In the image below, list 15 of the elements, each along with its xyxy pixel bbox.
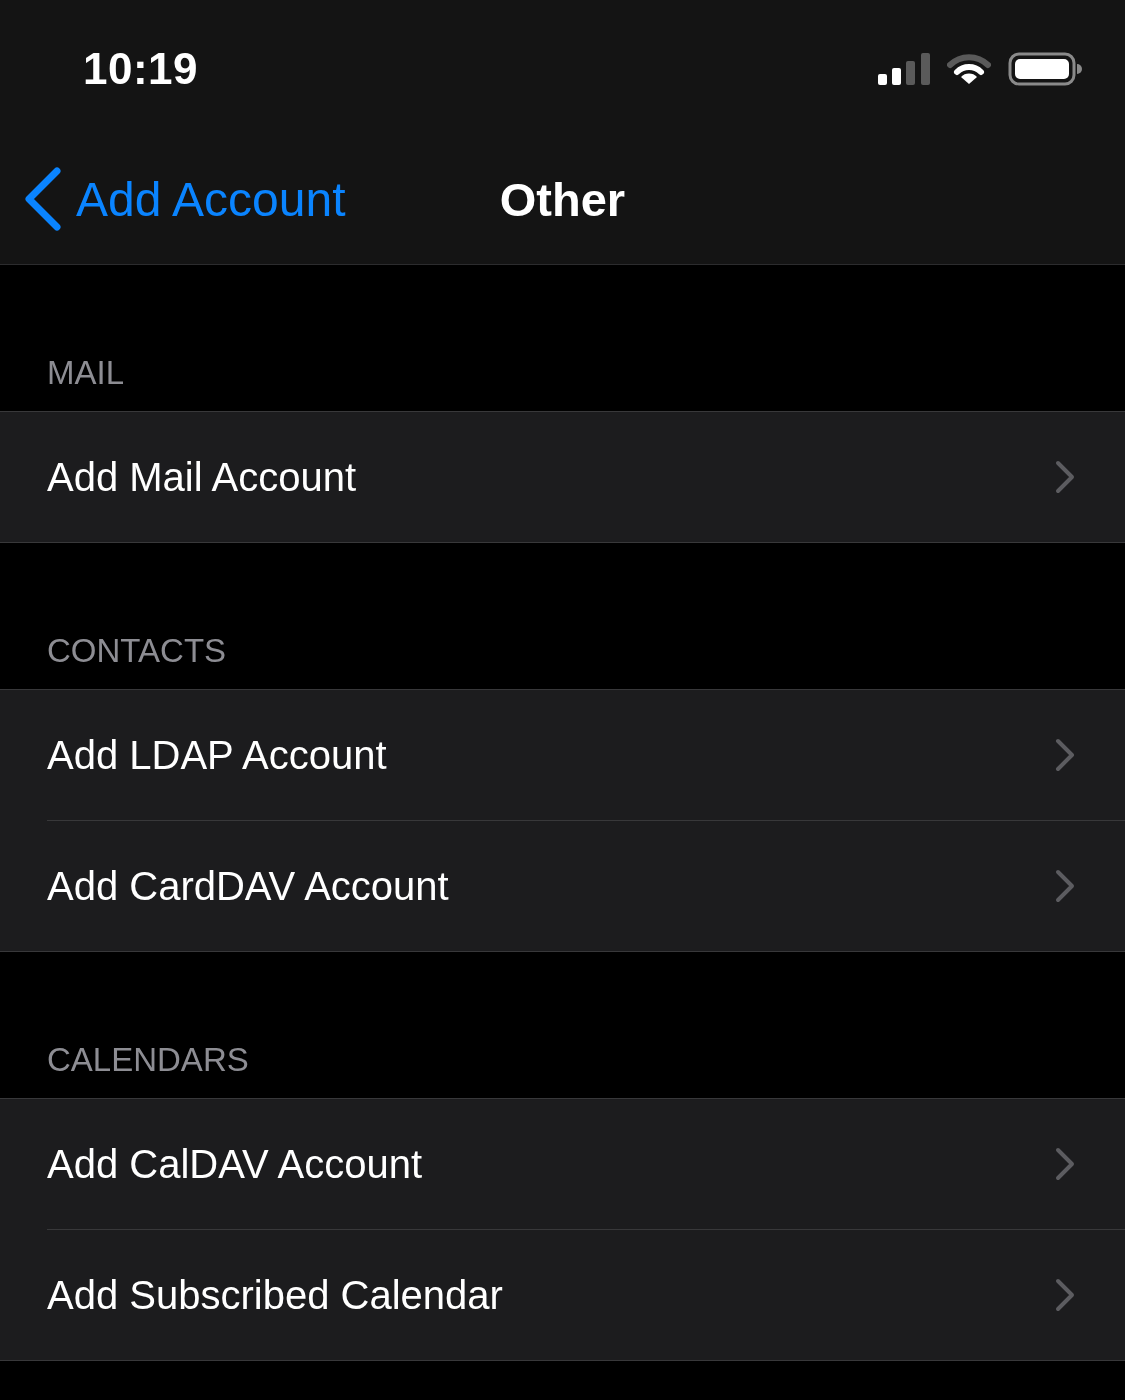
chevron-right-icon <box>1055 460 1075 494</box>
chevron-right-icon <box>1055 1147 1075 1181</box>
wifi-icon <box>947 53 991 85</box>
chevron-left-icon <box>24 167 62 231</box>
chevron-right-icon <box>1055 1278 1075 1312</box>
chevron-right-icon <box>1055 869 1075 903</box>
signal-icon <box>878 53 930 85</box>
status-time: 10:19 <box>83 44 199 94</box>
section-header: CALENDARS <box>46 1040 250 1080</box>
chevron-right-icon <box>1055 738 1075 772</box>
section-header: CONTACTS <box>46 631 228 671</box>
battery-icon <box>1008 52 1082 86</box>
back-button[interactable]: Add Account <box>0 167 352 231</box>
section-header: MAIL <box>46 353 126 393</box>
screen-title: Other <box>499 171 626 227</box>
